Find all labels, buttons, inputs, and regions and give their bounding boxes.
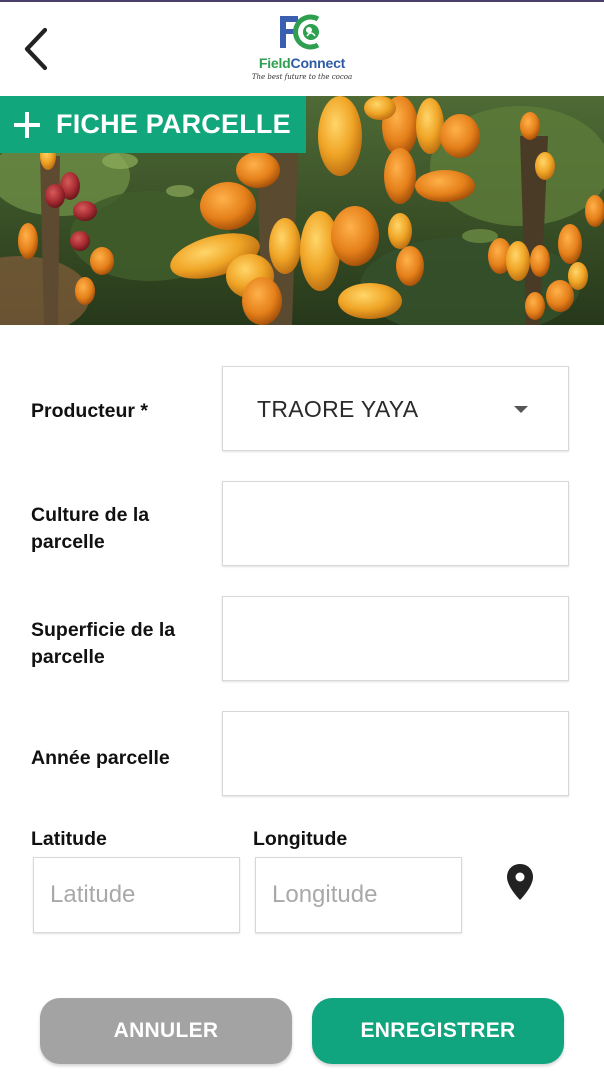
save-button[interactable]: ENREGISTRER — [312, 998, 564, 1064]
superficie-input[interactable] — [223, 597, 568, 680]
superficie-label: Superficie de la parcelle — [31, 619, 176, 668]
longitude-input[interactable] — [256, 858, 461, 932]
latitude-input-wrapper — [33, 857, 240, 933]
fieldconnect-logo: FieldConnect The best future to the coco… — [240, 10, 364, 90]
app-header: FieldConnect The best future to the coco… — [0, 2, 604, 96]
fc-logo-mark — [280, 14, 320, 50]
page-title: FICHE PARCELLE — [56, 109, 291, 139]
logo-wordmark-field: Field — [258, 55, 291, 71]
banner-title: FICHE PARCELLE — [0, 96, 306, 153]
caret-down-icon — [514, 406, 528, 413]
plus-icon — [12, 110, 42, 140]
producer-label: Producteur * — [31, 400, 149, 422]
longitude-label: Longitude — [253, 828, 348, 850]
producer-selected-value: TRAORE YAYA — [257, 396, 419, 422]
latitude-input[interactable] — [34, 858, 239, 932]
culture-input-wrapper — [222, 481, 569, 566]
culture-label: Culture de la parcelle — [31, 504, 150, 553]
logo-wordmark: FieldConnect — [259, 55, 345, 71]
latitude-label: Latitude — [31, 828, 107, 850]
logo-tagline: The best future to the cocoa — [251, 73, 353, 81]
annee-input-wrapper — [222, 711, 569, 796]
superficie-input-wrapper — [222, 596, 569, 681]
map-pin-icon — [507, 864, 533, 900]
annee-input[interactable] — [223, 712, 568, 795]
culture-input[interactable] — [223, 482, 568, 565]
chevron-left-icon — [24, 27, 48, 71]
cancel-button[interactable]: ANNULER — [40, 998, 292, 1064]
longitude-input-wrapper — [255, 857, 462, 933]
annee-label: Année parcelle — [31, 747, 170, 769]
logo-wordmark-connect: Connect — [290, 55, 346, 71]
producer-select[interactable]: TRAORE YAYA — [222, 366, 569, 451]
back-button[interactable] — [14, 24, 58, 74]
get-location-button[interactable] — [504, 862, 536, 904]
banner: FICHE PARCELLE — [0, 96, 604, 325]
